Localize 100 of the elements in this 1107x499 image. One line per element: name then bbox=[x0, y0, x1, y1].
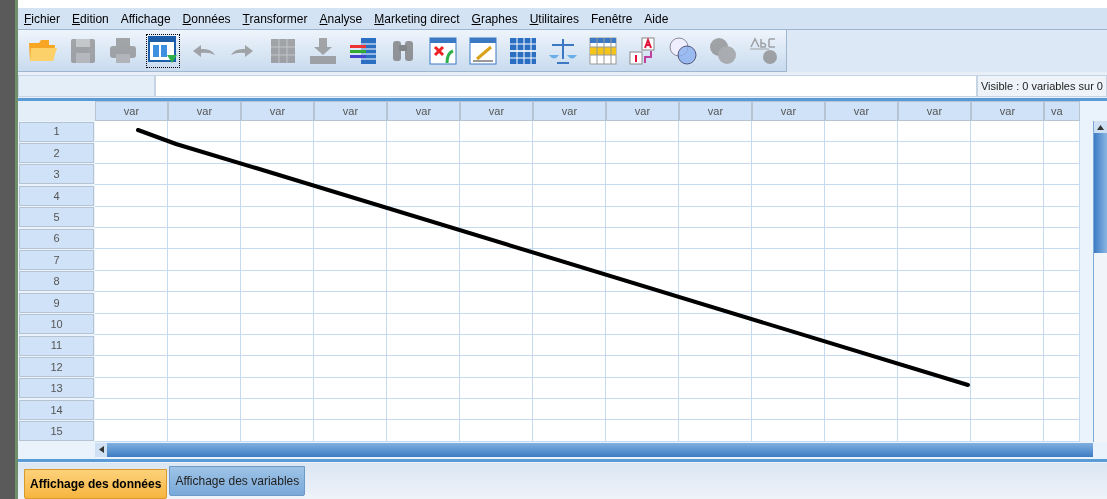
table-cell[interactable] bbox=[1044, 292, 1080, 314]
table-cell[interactable] bbox=[460, 249, 533, 271]
table-cell[interactable] bbox=[533, 313, 606, 335]
table-cell[interactable] bbox=[460, 142, 533, 164]
table-cell[interactable] bbox=[752, 270, 825, 293]
table-cell[interactable] bbox=[241, 399, 314, 421]
column-header[interactable]: var bbox=[752, 101, 825, 121]
table-cell[interactable] bbox=[898, 185, 971, 207]
table-cell[interactable] bbox=[898, 399, 971, 421]
column-header[interactable]: var bbox=[314, 101, 387, 121]
table-cell[interactable] bbox=[95, 377, 168, 400]
table-cell[interactable] bbox=[971, 206, 1044, 228]
table-cell[interactable] bbox=[241, 356, 314, 378]
table-cell[interactable] bbox=[95, 249, 168, 271]
table-cell[interactable] bbox=[387, 270, 460, 293]
table-cell[interactable] bbox=[825, 292, 898, 314]
table-cell[interactable] bbox=[387, 142, 460, 164]
table-cell[interactable] bbox=[387, 334, 460, 357]
table-cell[interactable] bbox=[460, 185, 533, 207]
menu-item[interactable]: Fichier bbox=[18, 8, 67, 29]
table-cell[interactable] bbox=[95, 142, 168, 164]
table-cell[interactable] bbox=[752, 399, 825, 421]
table-cell[interactable] bbox=[679, 399, 752, 421]
table-cell[interactable] bbox=[825, 121, 898, 143]
table-cell[interactable] bbox=[314, 121, 387, 143]
table-cell[interactable] bbox=[387, 249, 460, 271]
table-cell[interactable] bbox=[752, 292, 825, 314]
table-cell[interactable] bbox=[533, 163, 606, 186]
table-cell[interactable] bbox=[1044, 270, 1080, 293]
column-header[interactable]: var bbox=[95, 101, 168, 121]
table-cell[interactable] bbox=[387, 399, 460, 421]
table-cell[interactable] bbox=[1044, 334, 1080, 357]
table-cell[interactable] bbox=[1044, 206, 1080, 228]
table-cell[interactable] bbox=[533, 292, 606, 314]
cell-name-field[interactable] bbox=[18, 75, 155, 97]
table-cell[interactable] bbox=[95, 227, 168, 250]
table-cell[interactable] bbox=[460, 420, 533, 442]
column-header[interactable]: var bbox=[241, 101, 314, 121]
table-cell[interactable] bbox=[898, 334, 971, 357]
table-cell[interactable] bbox=[1044, 185, 1080, 207]
table-cell[interactable] bbox=[533, 399, 606, 421]
table-cell[interactable] bbox=[241, 377, 314, 400]
table-cell[interactable] bbox=[533, 227, 606, 250]
column-header[interactable]: var bbox=[533, 101, 606, 121]
table-cell[interactable] bbox=[387, 121, 460, 143]
table-cell[interactable] bbox=[971, 420, 1044, 442]
table-cell[interactable] bbox=[606, 292, 679, 314]
table-cell[interactable] bbox=[971, 185, 1044, 207]
menu-item[interactable]: Aide bbox=[638, 8, 675, 29]
table-cell[interactable] bbox=[1044, 420, 1080, 442]
table-cell[interactable] bbox=[168, 292, 241, 314]
table-cell[interactable] bbox=[95, 356, 168, 378]
table-cell[interactable] bbox=[168, 313, 241, 335]
table-cell[interactable] bbox=[606, 121, 679, 143]
table-cell[interactable] bbox=[95, 334, 168, 357]
column-header[interactable]: var bbox=[971, 101, 1044, 121]
table-cell[interactable] bbox=[752, 227, 825, 250]
column-header[interactable]: var bbox=[387, 101, 460, 121]
column-header[interactable]: var bbox=[168, 101, 241, 121]
vertical-scroll-thumb[interactable] bbox=[1094, 133, 1107, 253]
table-cell[interactable] bbox=[387, 292, 460, 314]
table-cell[interactable] bbox=[95, 121, 168, 143]
table-cell[interactable] bbox=[898, 227, 971, 250]
view-tab[interactable]: Affichage des données bbox=[24, 469, 168, 499]
table-cell[interactable] bbox=[387, 313, 460, 335]
table-cell[interactable] bbox=[460, 163, 533, 186]
table-cell[interactable] bbox=[533, 121, 606, 143]
table-cell[interactable] bbox=[679, 420, 752, 442]
table-cell[interactable] bbox=[825, 185, 898, 207]
column-header[interactable]: var bbox=[898, 101, 971, 121]
table-cell[interactable] bbox=[825, 249, 898, 271]
table-cell[interactable] bbox=[168, 163, 241, 186]
table-cell[interactable] bbox=[971, 356, 1044, 378]
table-cell[interactable] bbox=[898, 270, 971, 293]
table-cell[interactable] bbox=[679, 206, 752, 228]
table-cell[interactable] bbox=[168, 270, 241, 293]
table-cell[interactable] bbox=[971, 163, 1044, 186]
table-cell[interactable] bbox=[752, 420, 825, 442]
table-cell[interactable] bbox=[898, 206, 971, 228]
table-cell[interactable] bbox=[898, 313, 971, 335]
table-cell[interactable] bbox=[314, 420, 387, 442]
table-cell[interactable] bbox=[679, 142, 752, 164]
table-cell[interactable] bbox=[1044, 249, 1080, 271]
column-header[interactable]: var bbox=[679, 101, 752, 121]
row-header[interactable]: 2 bbox=[19, 143, 94, 164]
table-cell[interactable] bbox=[752, 249, 825, 271]
table-cell[interactable] bbox=[168, 420, 241, 442]
row-header[interactable]: 1 bbox=[19, 121, 94, 142]
scroll-left-button[interactable] bbox=[95, 442, 107, 457]
table-cell[interactable] bbox=[168, 249, 241, 271]
table-cell[interactable] bbox=[752, 377, 825, 400]
table-cell[interactable] bbox=[679, 185, 752, 207]
table-cell[interactable] bbox=[95, 163, 168, 186]
table-cell[interactable] bbox=[314, 142, 387, 164]
menu-item[interactable]: Utilitaires bbox=[523, 8, 585, 29]
table-cell[interactable] bbox=[825, 206, 898, 228]
table-cell[interactable] bbox=[679, 334, 752, 357]
table-cell[interactable] bbox=[460, 356, 533, 378]
table-cell[interactable] bbox=[168, 206, 241, 228]
table-cell[interactable] bbox=[606, 163, 679, 186]
